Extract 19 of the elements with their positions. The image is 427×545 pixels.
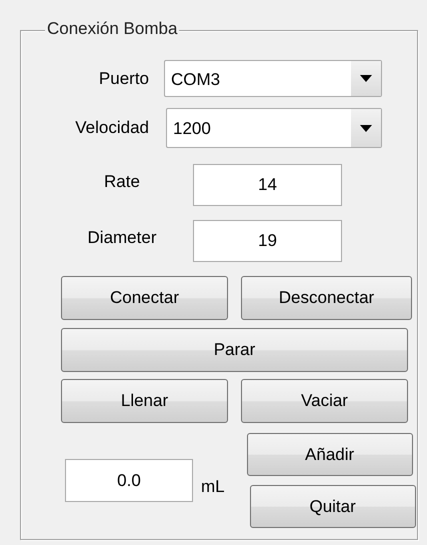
- stop-button[interactable]: Parar: [61, 328, 408, 372]
- fill-button[interactable]: Llenar: [61, 379, 228, 423]
- field-label: Velocidad: [74, 118, 149, 138]
- remove-button[interactable]: Quitar: [250, 485, 416, 528]
- connect-button[interactable]: Conectar: [61, 276, 228, 320]
- field-label: Rate: [103, 172, 141, 192]
- empty-button[interactable]: Vaciar: [241, 379, 408, 423]
- input-field[interactable]: 14: [193, 164, 342, 206]
- dropdown[interactable]: 1200: [166, 108, 382, 148]
- unit-label: mL: [201, 477, 225, 497]
- input-field[interactable]: 19: [193, 220, 342, 262]
- dropdown[interactable]: COM3: [164, 60, 382, 97]
- caret-icon: [360, 75, 372, 82]
- caret-icon: [360, 124, 372, 132]
- disconnect-button[interactable]: Desconectar: [241, 276, 412, 320]
- add-button[interactable]: Añadir: [246, 433, 413, 476]
- field-label: Diameter: [86, 228, 158, 248]
- field-label: Puerto: [98, 68, 149, 88]
- volume-field[interactable]: 0.0: [65, 459, 193, 502]
